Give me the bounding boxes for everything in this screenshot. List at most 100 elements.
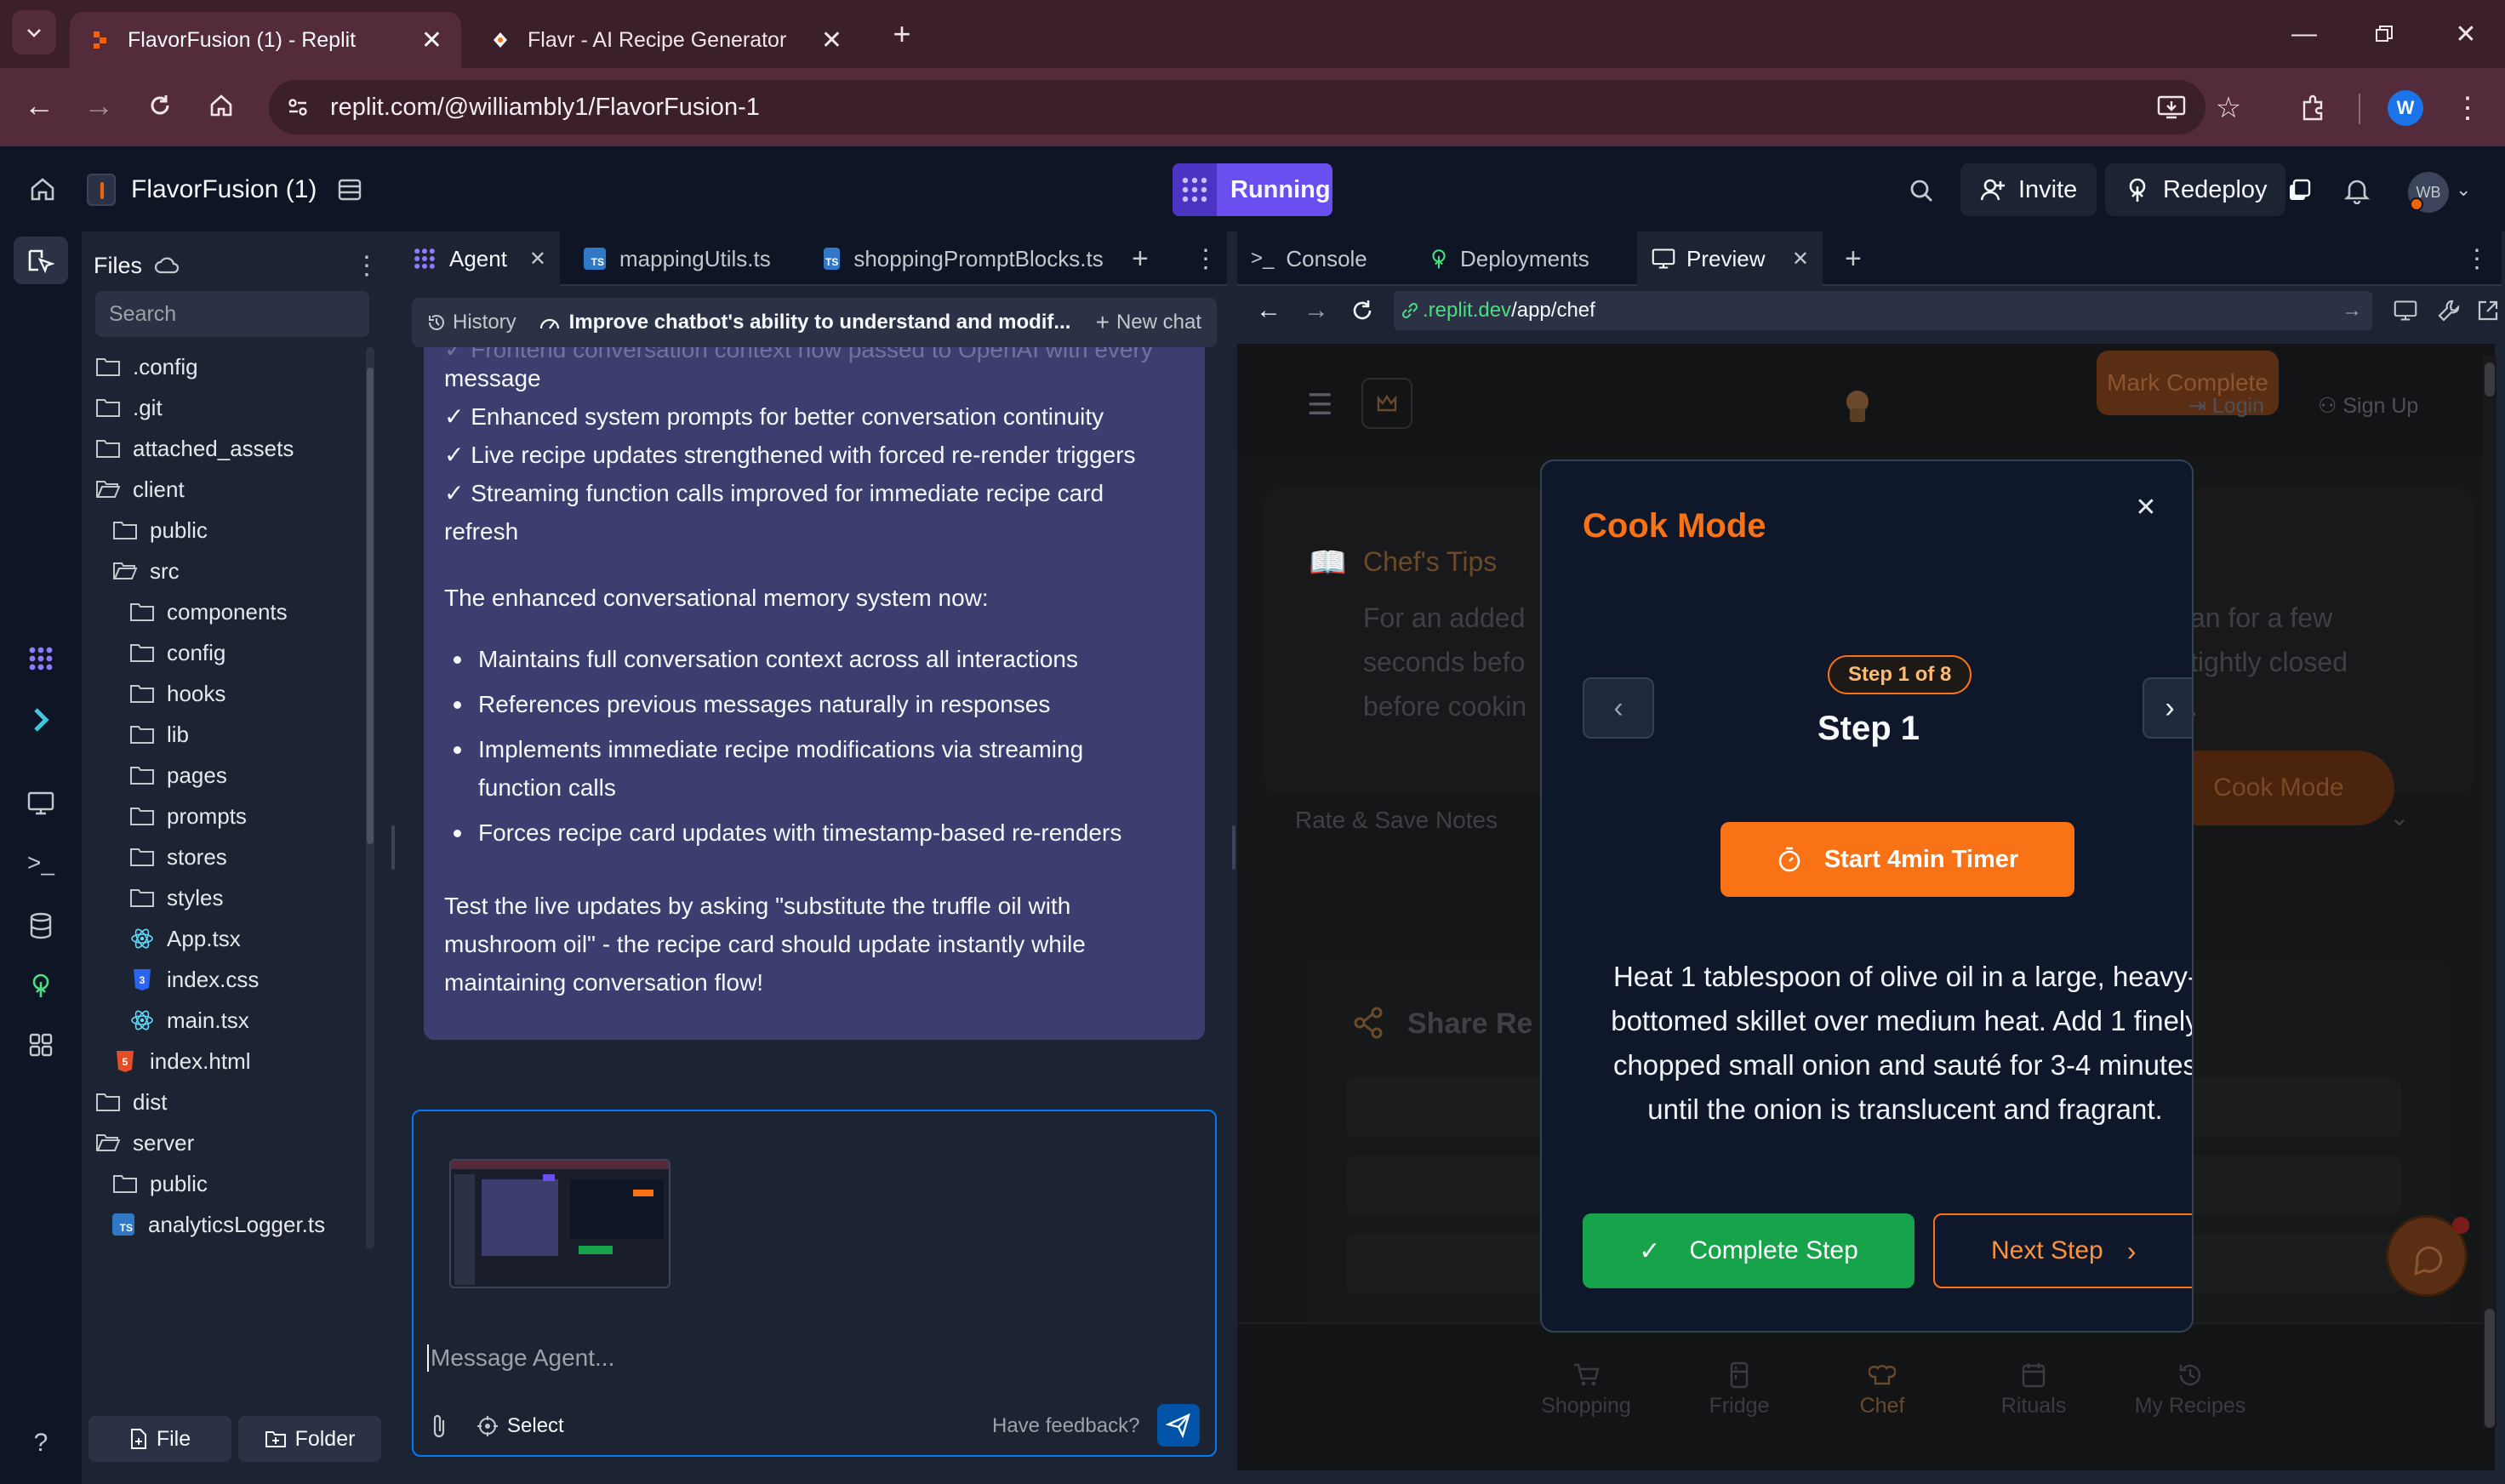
cook-mode-bg-button[interactable]: Cook Mode <box>2163 751 2394 825</box>
message-input[interactable]: Message Agent... <box>427 1344 614 1372</box>
send-button[interactable] <box>1157 1404 1200 1447</box>
notifications-bell-icon[interactable] <box>2338 172 2376 209</box>
file-tree-item[interactable]: TSdb.ts <box>112 1246 196 1249</box>
tab-deployments[interactable]: Deployments <box>1414 231 1627 286</box>
crown-icon[interactable] <box>1361 378 1412 429</box>
file-tree-item[interactable]: hooks <box>129 674 225 713</box>
chevron-down-icon[interactable]: ⌄ <box>2456 179 2471 201</box>
tab-agent[interactable]: Agent ✕ <box>398 231 560 286</box>
tab-shopping-prompt-blocks[interactable]: TS shoppingPromptBlocks.ts <box>810 231 1110 286</box>
signup-link[interactable]: ⚇ Sign Up <box>2318 393 2418 419</box>
project-settings-icon[interactable] <box>332 172 368 208</box>
forward-icon[interactable]: → <box>78 85 119 126</box>
menu-icon[interactable]: ☰ <box>1307 388 1332 422</box>
file-tree-item[interactable]: dist <box>95 1082 167 1122</box>
file-tree-item[interactable]: attached_assets <box>95 429 294 468</box>
file-tree-item[interactable]: .git <box>95 388 163 427</box>
assistant-icon[interactable] <box>20 699 61 740</box>
nav-shopping[interactable]: Shopping <box>1509 1361 1663 1418</box>
deployments-icon[interactable] <box>20 965 61 1006</box>
browser-tab-flavr[interactable]: Flavr - AI Recipe Generator ✕ <box>470 12 861 68</box>
file-tree-item[interactable]: styles <box>129 878 223 917</box>
restore-icon[interactable] <box>2360 10 2408 58</box>
home-icon[interactable] <box>201 85 242 126</box>
browser-tab-replit[interactable]: FlavorFusion (1) - Replit ✕ <box>70 12 461 68</box>
close-tab-icon[interactable]: ✕ <box>1792 247 1809 271</box>
login-link[interactable]: ⇥ Login <box>2188 393 2264 419</box>
new-tab-icon[interactable]: + <box>885 14 919 54</box>
new-folder-button[interactable]: Folder <box>238 1416 381 1462</box>
file-tree-item[interactable]: pages <box>129 756 227 795</box>
close-tab-icon[interactable]: ✕ <box>821 26 842 55</box>
select-element-button[interactable]: Select <box>476 1411 564 1441</box>
history-button[interactable]: History <box>427 311 516 334</box>
attach-icon[interactable] <box>425 1411 453 1441</box>
file-tree-item[interactable]: public <box>112 1164 208 1203</box>
close-modal-icon[interactable]: ✕ <box>2127 488 2165 526</box>
file-tree-item[interactable]: public <box>112 511 208 550</box>
run-button[interactable]: Running <box>1173 163 1332 216</box>
file-tree-item[interactable]: 3 index.css <box>129 960 259 999</box>
new-file-button[interactable]: File <box>88 1416 231 1462</box>
back-icon[interactable]: ← <box>19 85 60 126</box>
search-icon[interactable] <box>1903 172 1940 209</box>
minimize-icon[interactable]: — <box>2280 10 2328 58</box>
close-window-icon[interactable]: ✕ <box>2442 10 2490 58</box>
open-url-icon[interactable]: → <box>2342 299 2362 322</box>
chevron-down-icon[interactable]: ⌄ <box>2389 803 2409 831</box>
file-tree-item[interactable]: client <box>95 470 185 509</box>
console-icon[interactable]: >_ <box>20 842 61 883</box>
chat-icon[interactable] <box>2280 172 2318 209</box>
tab-menu-icon[interactable]: ⋮ <box>2451 231 2493 286</box>
preview-reload-icon[interactable] <box>1350 298 1375 323</box>
preview-scrollbar[interactable] <box>2483 356 2496 1428</box>
preview-forward-icon[interactable]: → <box>1304 296 1329 325</box>
redeploy-button[interactable]: Redeploy <box>2105 163 2285 216</box>
file-tree-item[interactable]: components <box>129 592 288 631</box>
new-chat-button[interactable]: + New chat <box>1096 309 1201 336</box>
reload-icon[interactable] <box>140 85 180 126</box>
extensions-icon[interactable] <box>2292 87 2335 129</box>
browser-menu-icon[interactable]: ⋮ <box>2451 87 2485 129</box>
agent-icon[interactable] <box>20 638 61 679</box>
file-tree-item[interactable]: prompts <box>129 796 247 836</box>
chat-input-box[interactable]: Message Agent... Select Have feedback? <box>412 1110 1217 1457</box>
tab-console[interactable]: >_ Console <box>1237 231 1404 286</box>
preview-back-icon[interactable]: ← <box>1256 296 1281 325</box>
nav-chef[interactable]: Chef <box>1806 1361 1959 1418</box>
all-tools-icon[interactable] <box>20 1025 61 1065</box>
close-tab-icon[interactable]: ✕ <box>529 247 546 271</box>
device-preview-icon[interactable] <box>2393 299 2418 322</box>
database-icon[interactable] <box>20 905 61 946</box>
attached-screenshot-thumbnail[interactable] <box>449 1159 670 1288</box>
feedback-link[interactable]: Have feedback? <box>992 1414 1139 1438</box>
next-step-button[interactable]: Next Step › <box>1933 1213 2192 1288</box>
file-tree-item[interactable]: 5 index.html <box>112 1042 251 1081</box>
start-timer-button[interactable]: Start 4min Timer <box>1720 822 2074 897</box>
bookmark-star-icon[interactable]: ☆ <box>2207 87 2250 129</box>
devtools-wrench-icon[interactable] <box>2437 299 2461 322</box>
home-icon[interactable] <box>24 170 61 208</box>
profile-avatar[interactable]: W <box>2388 90 2423 126</box>
address-bar[interactable]: replit.com/@williambly1/FlavorFusion-1 <box>269 80 2205 134</box>
rate-save-notes[interactable]: Rate & Save Notes <box>1295 807 1498 834</box>
file-tree-item[interactable]: App.tsx <box>129 919 241 958</box>
tab-mapping-utils[interactable]: TS mappingUtils.ts <box>570 231 800 286</box>
nav-fridge[interactable]: Fridge <box>1663 1361 1816 1418</box>
file-tree-item[interactable]: main.tsx <box>129 1001 249 1040</box>
preview-url-field[interactable]: .replit.dev /app/chef → <box>1394 291 2372 330</box>
panel-resize-handle[interactable] <box>1232 825 1235 870</box>
help-icon[interactable]: ? <box>20 1423 61 1464</box>
file-tree-item[interactable]: lib <box>129 715 189 754</box>
new-tab-icon[interactable]: + <box>1118 231 1161 286</box>
file-tree-item[interactable]: src <box>112 551 180 591</box>
nav-my-recipes[interactable]: My Recipes <box>2088 1361 2292 1418</box>
invite-button[interactable]: Invite <box>1960 163 2097 216</box>
file-tree-item[interactable]: server <box>95 1123 194 1162</box>
file-tree-item[interactable]: config <box>129 633 225 672</box>
nav-rituals[interactable]: Rituals <box>1957 1361 2110 1418</box>
file-tree-item[interactable]: .config <box>95 347 198 386</box>
complete-step-button[interactable]: ✓ Complete Step <box>1583 1213 1914 1288</box>
tab-preview[interactable]: Preview ✕ <box>1637 231 1823 286</box>
panel-resize-handle[interactable] <box>391 825 395 870</box>
